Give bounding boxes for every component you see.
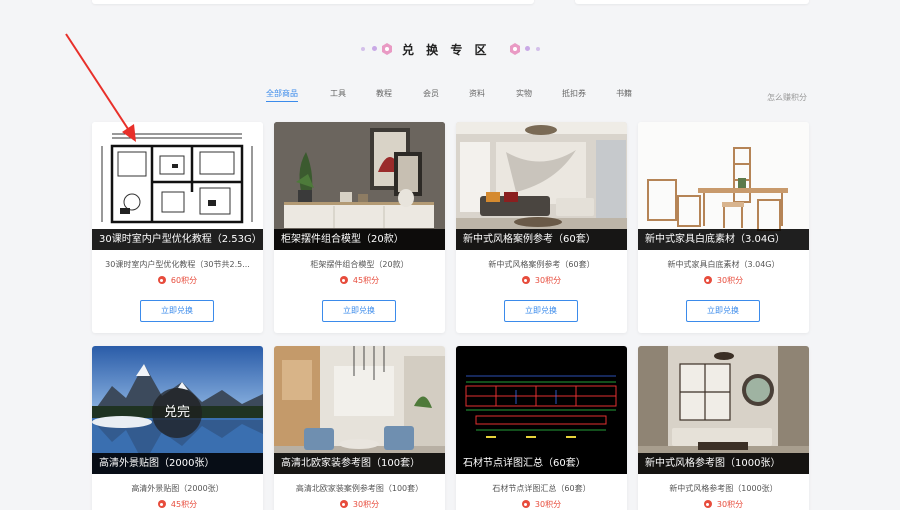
product-points: 45积分 <box>274 275 445 286</box>
points-value: 30积分 <box>716 500 744 509</box>
points-icon <box>703 500 712 508</box>
product-description: 高清外景贴图（2000张） <box>131 484 224 493</box>
points-icon <box>157 500 166 508</box>
product-points: 30积分 <box>638 275 809 286</box>
product-points: 30积分 <box>456 275 627 286</box>
section-title: 兑 换 专 区 <box>402 43 491 57</box>
product-description: 30课时室内户型优化教程（30节共2.5... <box>105 260 250 269</box>
points-value: 45积分 <box>352 276 380 285</box>
product-caption: 高清北欧家装参考图（100套） <box>274 453 445 474</box>
tab-all-products[interactable]: 全部商品 <box>266 88 298 102</box>
product-points: 60积分 <box>92 275 263 286</box>
product-card[interactable]: 兑完 高清外景贴图（2000张） 高清外景贴图（2000张） 45积分 <box>92 346 263 510</box>
section-header: 兑 换 专 区 <box>0 40 900 58</box>
points-icon <box>339 500 348 508</box>
product-description: 高清北欧家装案例参考图（100套） <box>295 484 424 493</box>
exchange-button[interactable]: 立即兑换 <box>322 300 396 322</box>
tab-materials[interactable]: 资料 <box>469 88 485 102</box>
points-icon <box>703 276 712 284</box>
exchange-button[interactable]: 立即兑换 <box>140 300 214 322</box>
product-card[interactable]: 30课时室内户型优化教程（2.53G） 30课时室内户型优化教程（30节共2.5… <box>92 122 263 333</box>
product-caption: 高清外景贴图（2000张） <box>92 453 263 474</box>
decor-dot <box>536 47 540 51</box>
tab-coupons[interactable]: 抵扣券 <box>562 88 586 102</box>
product-description: 新中式家具白底素材（3.04G） <box>667 260 780 269</box>
tab-physical[interactable]: 实物 <box>516 88 532 102</box>
product-description: 石材节点详图汇总（60套） <box>492 484 591 493</box>
points-icon <box>521 276 530 284</box>
product-card[interactable]: 石材节点详图汇总（60套） 石材节点详图汇总（60套） 30积分 <box>456 346 627 510</box>
product-caption: 新中式家具白底素材（3.04G） <box>638 229 809 250</box>
product-card[interactable]: 新中式风格案例参考（60套） 新中式风格案例参考（60套） 30积分 立即兑换 <box>456 122 627 333</box>
hexagon-icon <box>382 43 392 55</box>
previous-section-card <box>92 0 534 4</box>
previous-section-card <box>575 0 809 4</box>
product-caption: 石材节点详图汇总（60套） <box>456 453 627 474</box>
points-value: 30积分 <box>534 500 562 509</box>
product-points: 30积分 <box>638 499 809 510</box>
product-caption: 柜架摆件组合模型（20款） <box>274 229 445 250</box>
points-icon <box>521 500 530 508</box>
product-description: 柜架摆件组合模型（20款） <box>310 260 409 269</box>
tab-tutorials[interactable]: 教程 <box>376 88 392 102</box>
points-value: 30积分 <box>534 276 562 285</box>
points-icon <box>339 276 348 284</box>
points-icon <box>157 276 166 284</box>
product-caption: 新中式风格参考图（1000张） <box>638 453 809 474</box>
product-points: 30积分 <box>274 499 445 510</box>
earn-points-link[interactable]: 怎么赚积分 <box>767 92 807 103</box>
sold-out-badge: 兑完 <box>152 388 202 438</box>
exchange-button[interactable]: 立即兑换 <box>686 300 760 322</box>
product-caption: 新中式风格案例参考（60套） <box>456 229 627 250</box>
product-points: 30积分 <box>456 499 627 510</box>
points-value: 30积分 <box>716 276 744 285</box>
tab-tools[interactable]: 工具 <box>330 88 346 102</box>
product-card[interactable]: 新中式风格参考图（1000张） 新中式风格参考图（1000张） 30积分 <box>638 346 809 510</box>
decor-dot <box>361 47 365 51</box>
tab-books[interactable]: 书籍 <box>616 88 632 102</box>
points-value: 45积分 <box>170 500 198 509</box>
points-value: 60积分 <box>170 276 198 285</box>
tab-membership[interactable]: 会员 <box>423 88 439 102</box>
product-points: 45积分 <box>92 499 263 510</box>
product-description: 新中式风格案例参考（60套） <box>488 260 595 269</box>
decor-dot <box>525 46 530 51</box>
hexagon-icon <box>510 43 520 55</box>
decor-dot <box>372 46 377 51</box>
exchange-button[interactable]: 立即兑换 <box>504 300 578 322</box>
product-card[interactable]: 新中式家具白底素材（3.04G） 新中式家具白底素材（3.04G） 30积分 立… <box>638 122 809 333</box>
points-value: 30积分 <box>352 500 380 509</box>
product-description: 新中式风格参考图（1000张） <box>669 484 778 493</box>
product-card[interactable]: 高清北欧家装参考图（100套） 高清北欧家装案例参考图（100套） 30积分 <box>274 346 445 510</box>
product-card[interactable]: 柜架摆件组合模型（20款） 柜架摆件组合模型（20款） 45积分 立即兑换 <box>274 122 445 333</box>
product-caption: 30课时室内户型优化教程（2.53G） <box>92 229 263 250</box>
